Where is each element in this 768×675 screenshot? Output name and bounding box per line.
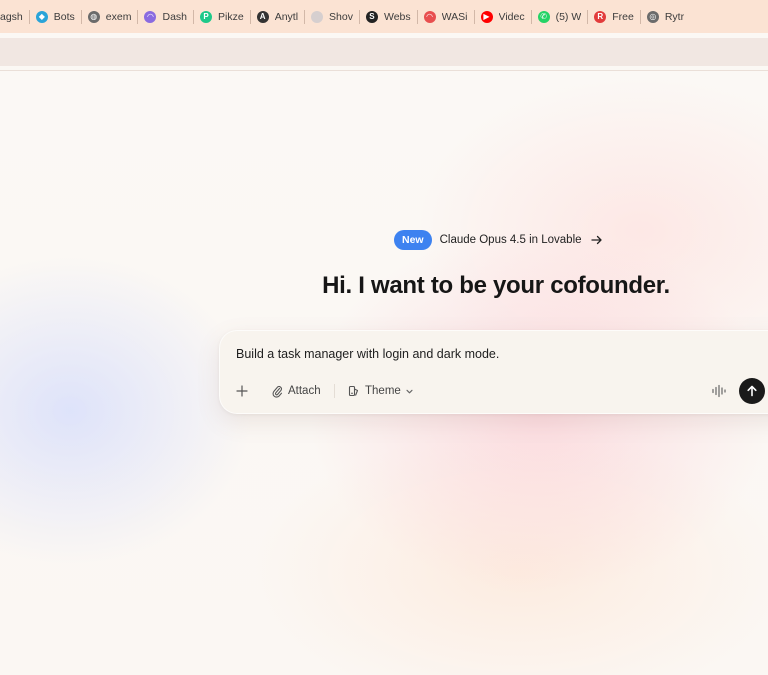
chevron-down-icon [406,389,413,393]
bookmark-item[interactable]: P Pikze [200,0,244,33]
theme-label: Theme [365,385,401,397]
browser-subbar [0,38,768,66]
bookmark-item[interactable]: Shov [311,0,353,33]
attach-label: Attach [288,385,321,397]
bookmark-label: Dash [162,10,187,23]
bookmark-separator [587,9,589,24]
bookmark-separator [28,9,30,24]
announcement-link[interactable]: New Claude Opus 4.5 in Lovable [394,229,604,251]
bookmark-label: WASi [441,10,468,23]
palette-icon [348,385,359,397]
bookmark-separator [416,9,418,24]
bookmark-item[interactable]: R Free [594,0,634,33]
bookmark-item[interactable]: ◍ exem [87,0,132,33]
bookmarks-bar: agsh ◆ Bots ◍ exem ◠ Dash P Pikze A Anytl Shov S Webs… [0,0,768,33]
paperclip-icon [272,385,283,398]
dash-icon: ◠ [144,10,157,23]
prompt-input[interactable] [236,347,736,361]
attach-button[interactable]: Attach [272,381,321,401]
prompt-card: Attach Theme [219,330,768,414]
new-badge: New [394,230,432,250]
arrow-right-icon [590,235,602,245]
bookmark-item[interactable]: ✆ (5) W [537,0,582,33]
pikzels-icon: P [200,10,212,23]
bookmark-item[interactable]: S Webs [365,0,411,33]
bookmark-separator [249,9,251,24]
arrow-up-icon [747,385,757,397]
bookmark-label: Rytr [664,10,685,23]
globe-icon: ◍ [87,10,100,23]
waveform-icon [712,384,726,398]
announcement-text: Claude Opus 4.5 in Lovable [439,234,582,246]
bookmark-item[interactable]: A Anytl [256,0,299,33]
bookmark-separator [304,9,306,24]
bookmark-label: Free [612,10,634,23]
bookmark-separator [193,9,194,24]
bookmark-label: agsh [0,10,23,23]
bookmark-label: Pikze [218,10,244,23]
bookmark-label: Anytl [274,10,299,23]
plus-icon [236,385,248,397]
bot-icon: ◆ [35,10,48,23]
send-button[interactable] [739,378,765,404]
voice-input-button[interactable] [711,383,727,404]
bookmark-item[interactable]: ◎ Rytr [646,0,685,33]
bookmark-label: Webs [383,10,411,23]
bookmark-separator [358,9,360,24]
anything-icon: A [256,10,269,23]
bookmark-label: (5) W [555,10,582,23]
bookmark-separator [530,9,532,24]
bookmark-separator [473,9,475,24]
bookmark-label: exem [105,10,132,23]
bookmark-item[interactable]: ◠ Dash [144,0,187,33]
bookmark-label: Videc [498,10,525,23]
bookmark-item[interactable]: ◠ WASi [423,0,468,33]
bookmark-separator [80,9,82,24]
whatsapp-icon: ✆ [537,10,550,23]
bookmark-separator [639,9,641,24]
r-icon: R [594,10,607,23]
rainbow-icon: ◠ [423,10,436,23]
theme-dropdown[interactable]: Theme [348,381,414,401]
circle-icon [311,10,324,23]
bookmark-label: Bots [53,10,75,23]
bookmark-separator [137,9,139,24]
bookmark-item[interactable]: ▶ Videc [480,0,525,33]
add-button[interactable] [236,381,250,401]
bookmark-item[interactable]: ◆ Bots [35,0,75,33]
bookmark-item[interactable]: agsh [0,0,23,33]
page-title: Hi. I want to be your cofounder. [322,272,670,299]
s-icon: S [365,10,378,23]
toolbar-divider [334,384,335,398]
rytr-icon: ◎ [646,10,659,23]
bookmark-label: Shov [329,10,353,23]
youtube-icon: ▶ [480,10,493,23]
